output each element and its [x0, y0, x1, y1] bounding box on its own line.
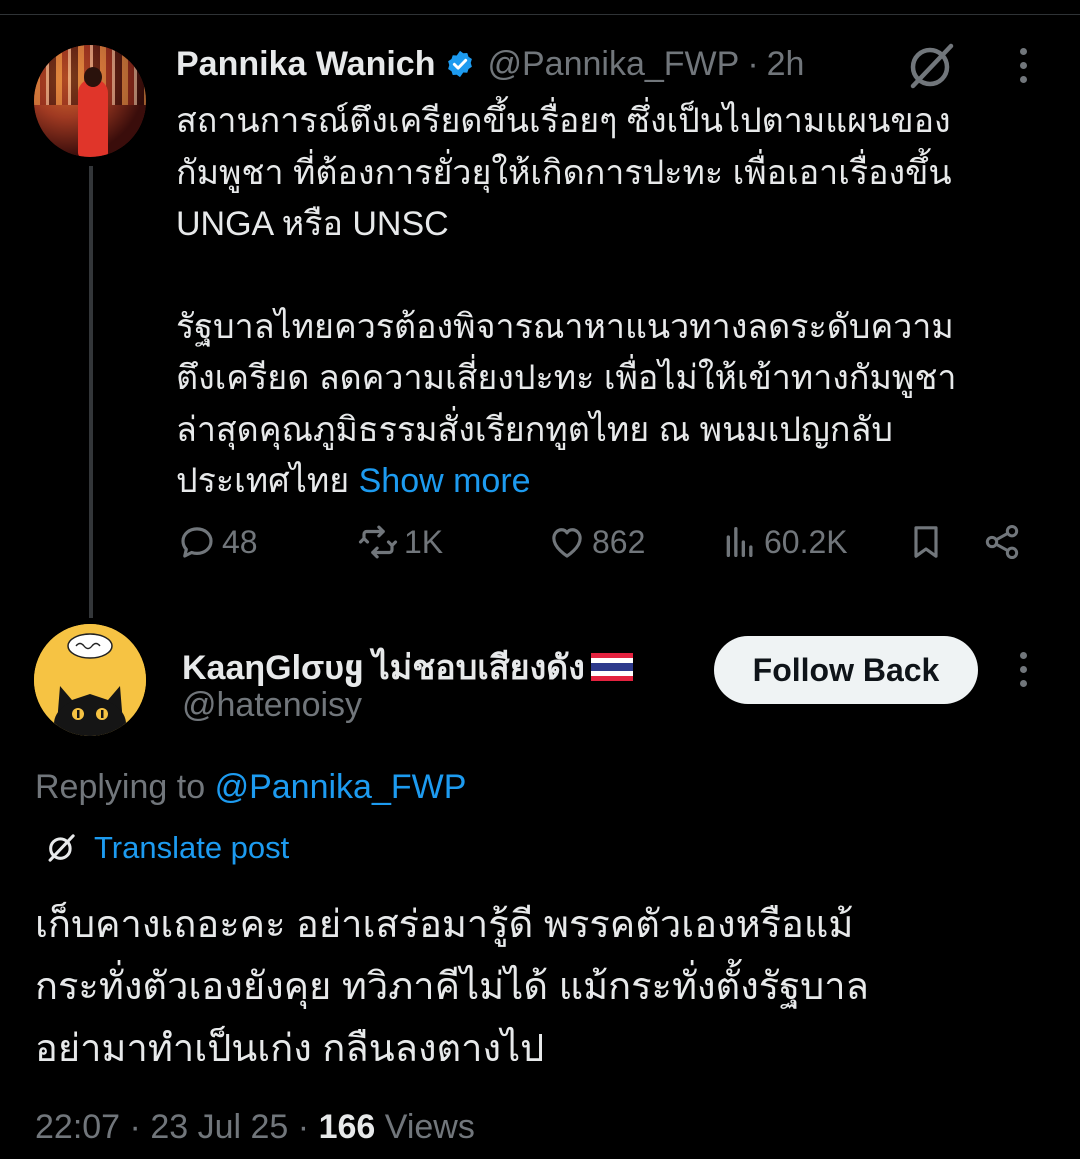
translate-post-link[interactable]: Translate post [44, 826, 289, 870]
follow-back-button[interactable]: Follow Back [714, 636, 978, 704]
replying-mention-link[interactable]: @Pannika_FWP [215, 768, 467, 806]
replying-label: Replying to [35, 768, 206, 806]
body-line: รัฐบาลไทยควรต้องพิจารณาหาแนวทางลดระดับคว… [176, 307, 954, 346]
thai-flag-icon [590, 653, 633, 681]
views-count: 60.2K [764, 523, 848, 560]
body-line: กัมพูชา ที่ต้องการยั่วยุให้เกิดการปะทะ เ… [176, 153, 952, 192]
views-label: Views [384, 1108, 475, 1146]
show-more-link[interactable]: Show more [359, 462, 531, 500]
like-count: 862 [592, 523, 646, 560]
share-icon [985, 525, 1019, 559]
post-actions: 48 1K 862 60.2K [176, 516, 1036, 568]
reply-body: เก็บคางเถอะคะ อย่าเสร่อมารู้ดี พรรคตัวเอ… [35, 894, 1045, 1080]
body-line: ล่าสุดคุณภูมิธรรมสั่งเรียกทูตไทย ณ พนมเป… [176, 410, 893, 449]
thread-connector-line [89, 166, 93, 618]
like-button[interactable]: 862 [546, 516, 645, 568]
separator-dot: · [129, 1108, 141, 1146]
reply-line: อย่ามาทำเป็นเก่ง กลืนลงตางไป [35, 1028, 545, 1070]
body-line: ประเทศไทย [176, 462, 350, 500]
replying-to: Replying to @Pannika_FWP [35, 768, 466, 807]
more-options-icon[interactable] [1010, 48, 1036, 88]
top-divider [0, 14, 1080, 15]
repost-count: 1K [404, 523, 444, 560]
post-header: Pannika Wanich @Pannika_FWP · 2h [176, 43, 804, 85]
grok-icon [48, 834, 75, 862]
avatar-pannika[interactable] [34, 45, 146, 157]
post-meta: 22:07 · 23 Jul 25 · 166 Views [35, 1108, 475, 1147]
views-icon [726, 527, 753, 557]
reply-icon [181, 527, 213, 558]
verified-badge-icon[interactable] [445, 49, 475, 79]
reply-count: 48 [222, 523, 258, 560]
avatar-hatenoisy[interactable] [34, 624, 146, 736]
reply-line: เก็บคางเถอะคะ อย่าเสร่อมารู้ดี พรรคตัวเอ… [35, 904, 854, 946]
separator-dot: · [747, 44, 759, 83]
views-count: 166 [318, 1108, 376, 1146]
like-icon [552, 528, 582, 558]
more-options-icon[interactable] [1010, 652, 1036, 692]
reply-handle[interactable]: @hatenoisy [182, 686, 362, 725]
body-line: สถานการณ์ตึงเครียดขึ้นเรื่อยๆ ซึ่งเป็นไป… [176, 102, 951, 140]
body-line: UNGA หรือ UNSC [176, 205, 449, 243]
grok-icon[interactable] [903, 38, 959, 94]
bookmark-icon [914, 526, 938, 558]
bookmark-button[interactable] [906, 516, 946, 568]
translate-label: Translate post [94, 830, 290, 865]
share-button[interactable] [982, 516, 1022, 568]
views-button[interactable]: 60.2K [720, 516, 848, 568]
body-line: ตึงเครียด ลดความเสี่ยงปะทะ เพื่อไม่ให้เข… [176, 359, 957, 397]
post-date[interactable]: 23 Jul 25 [150, 1108, 288, 1146]
timestamp[interactable]: 2h [767, 45, 805, 84]
reply-line: กระทั่งตัวเองยังคุย ทวิภาคีไม่ได้ แม้กระ… [35, 966, 869, 1008]
separator-dot: · [297, 1108, 310, 1146]
repost-icon [358, 525, 398, 559]
author-name[interactable]: Pannika Wanich [176, 45, 435, 84]
handle[interactable]: @Pannika_FWP [487, 45, 739, 84]
repost-button[interactable]: 1K [356, 516, 443, 568]
reply-button[interactable]: 48 [176, 516, 258, 568]
post-body: สถานการณ์ตึงเครียดขึ้นเรื่อยๆ ซึ่งเป็นไป… [176, 96, 1036, 508]
post-time[interactable]: 22:07 [35, 1108, 120, 1146]
